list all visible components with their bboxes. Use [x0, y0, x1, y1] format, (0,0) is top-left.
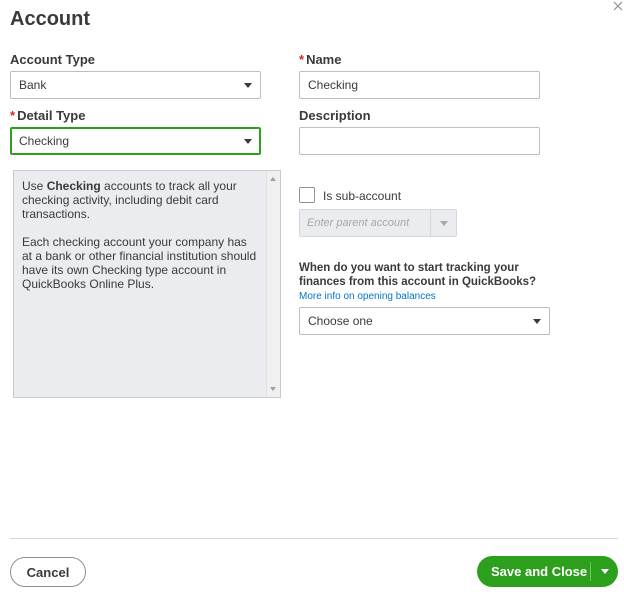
start-date-value: Choose one: [308, 314, 373, 328]
save-and-close-button[interactable]: Save and Close: [477, 556, 618, 587]
cancel-button[interactable]: Cancel: [10, 557, 86, 587]
save-options-chevron-icon[interactable]: [601, 569, 609, 574]
detail-type-value: Checking: [19, 134, 70, 148]
parent-account-placeholder: Enter parent account: [307, 217, 410, 229]
scroll-up-icon[interactable]: [270, 177, 276, 181]
para1-bold: Checking: [46, 179, 101, 193]
start-date-select[interactable]: Choose one: [299, 307, 550, 335]
account-type-select[interactable]: Bank: [10, 71, 261, 99]
detail-type-description-box: Use Checking accounts to track all your …: [13, 170, 281, 398]
close-icon[interactable]: [612, 0, 624, 12]
sub-account-label: Is sub-account: [323, 189, 402, 203]
description-label: Description: [299, 108, 371, 123]
account-type-label: Account Type: [10, 52, 95, 67]
name-label-text: Name: [306, 52, 342, 67]
account-type-value: Bank: [19, 78, 47, 92]
chevron-down-icon: [244, 138, 252, 144]
detail-type-label-text: Detail Type: [17, 108, 86, 123]
description-paragraph-1: Use Checking accounts to track all your …: [22, 179, 260, 221]
dialog-title: Account: [10, 8, 90, 30]
detail-type-description-text: Use Checking accounts to track all your …: [22, 179, 260, 305]
sub-account-checkbox[interactable]: [299, 187, 315, 203]
description-paragraph-2: Each checking account your company has a…: [22, 235, 257, 291]
opening-balances-link[interactable]: More info on opening balances: [299, 291, 436, 302]
parent-account-select: Enter parent account: [299, 209, 457, 237]
required-marker: *: [10, 108, 16, 123]
start-tracking-question: When do you want to start tracking your …: [299, 262, 537, 288]
save-button-divider: [590, 562, 591, 581]
chevron-down-icon: [244, 82, 252, 88]
name-label: * Name: [299, 52, 341, 67]
para1-prefix: Use: [22, 179, 47, 193]
detail-type-select[interactable]: Checking: [10, 127, 261, 155]
parent-select-divider: [430, 210, 431, 236]
chevron-down-icon: [533, 318, 541, 324]
name-input[interactable]: [299, 71, 540, 99]
scroll-down-icon[interactable]: [270, 387, 276, 391]
footer-divider: [10, 538, 618, 539]
chevron-down-icon: [440, 221, 448, 226]
description-input[interactable]: [299, 127, 540, 155]
info-box-scrollbar[interactable]: [266, 171, 280, 397]
detail-type-label: * Detail Type: [10, 108, 85, 123]
required-marker: *: [299, 52, 305, 67]
save-and-close-label: Save and Close: [491, 564, 588, 579]
